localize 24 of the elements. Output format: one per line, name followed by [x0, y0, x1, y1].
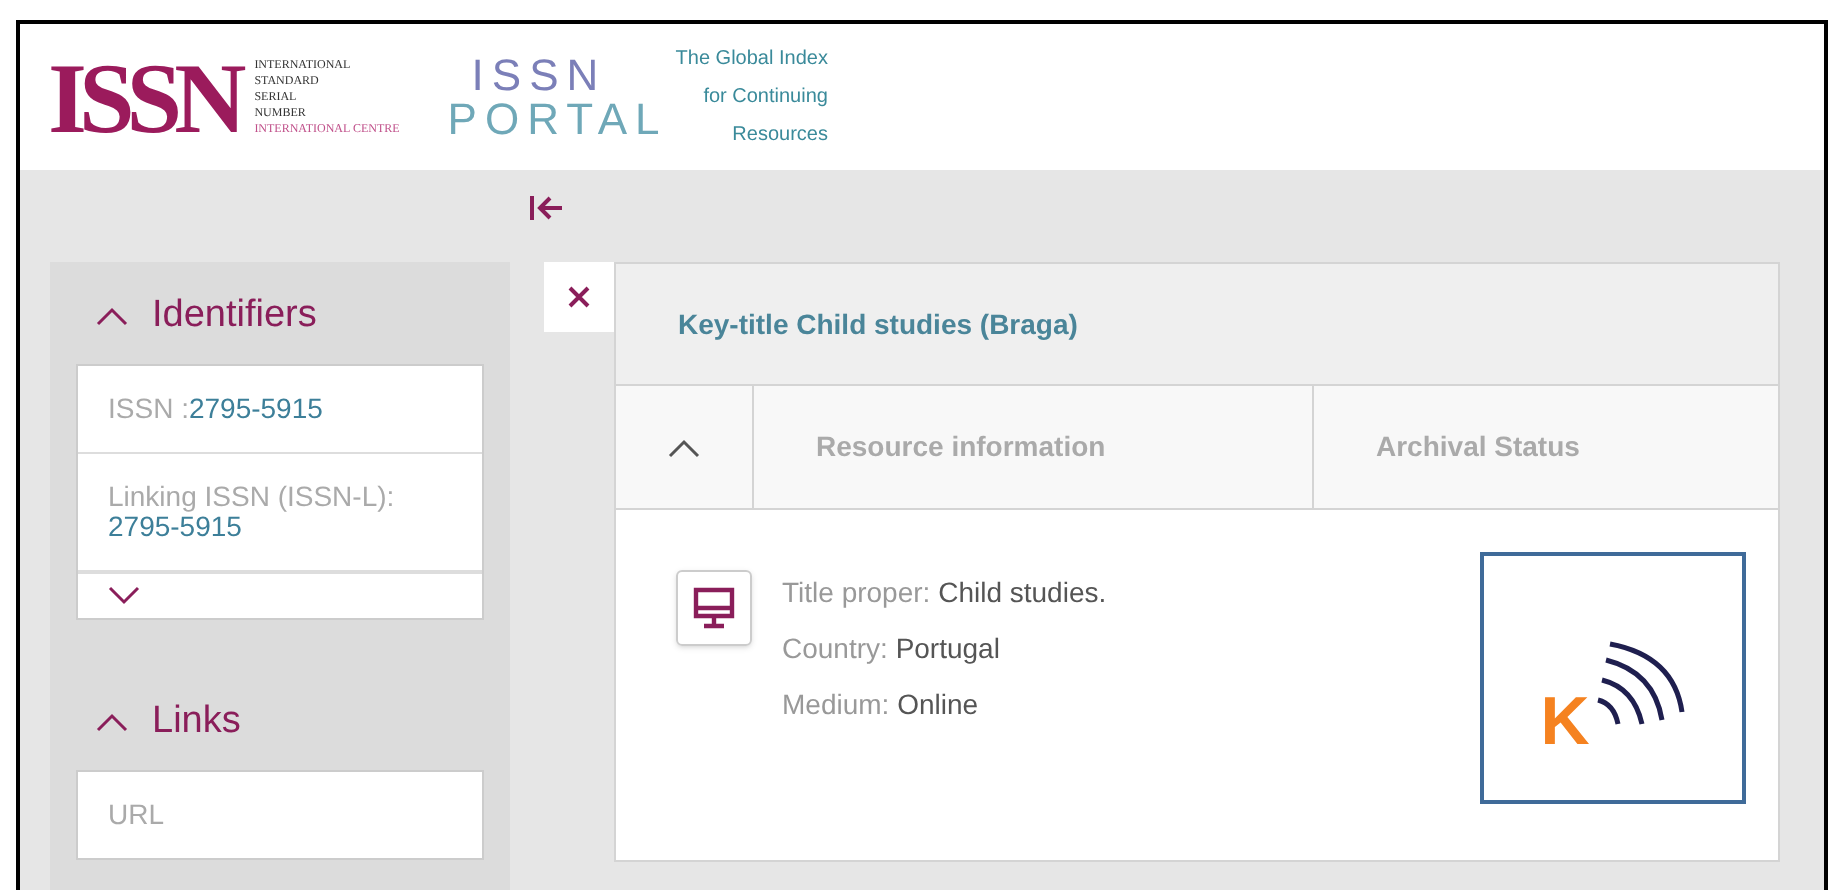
identifier-row: ISSN :2795-5915	[78, 366, 482, 454]
record-title: Key-title Child studies (Braga)	[678, 305, 1078, 344]
archive-logo-letter: K	[1540, 688, 1590, 756]
chevron-down-icon[interactable]	[108, 586, 140, 606]
monitor-icon	[690, 584, 738, 632]
portal-tagline: for Continuing	[703, 84, 828, 112]
close-icon[interactable]	[568, 286, 590, 308]
portal-logo-text: PORTAL	[447, 97, 668, 141]
portal-logo-text: ISSN	[469, 53, 609, 97]
section-title[interactable]: Links	[152, 693, 241, 751]
identifier-row-text: URL	[106, 796, 167, 834]
chevron-up-icon[interactable]	[96, 712, 128, 732]
issn-logo-mark: ISSN	[48, 47, 239, 147]
portal-tagline: The Global Index	[675, 46, 828, 74]
chevron-up-icon[interactable]	[668, 437, 700, 457]
identifier-row: Linking ISSN (ISSN-L): 2795-5915	[78, 454, 482, 572]
record-field: Medium: Online	[782, 684, 1107, 724]
chevron-up-icon[interactable]	[96, 306, 128, 326]
portal-tagline: Resources	[732, 122, 828, 150]
record-field: Country: Portugal	[782, 628, 1107, 668]
record-field: Title proper: Child studies.	[782, 572, 1107, 612]
collapse-left-icon[interactable]	[530, 194, 566, 222]
section-title[interactable]: Identifiers	[152, 287, 317, 345]
close-button[interactable]	[544, 262, 614, 332]
